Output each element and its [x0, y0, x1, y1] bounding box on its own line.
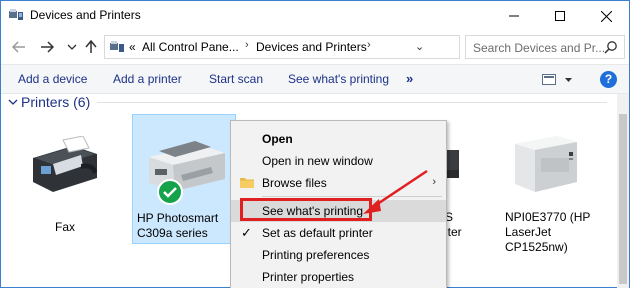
laser-printer-icon — [515, 136, 577, 192]
search-placeholder: Search Devices and Pr... — [473, 41, 606, 55]
device-label: HP Photosmart C309a series — [137, 211, 219, 240]
address-dropdown-icon[interactable]: ⌄ — [415, 40, 424, 53]
menu-item-label: Open — [262, 132, 293, 146]
menu-item-label: Open in new window — [262, 154, 373, 168]
vertical-scrollbar[interactable] — [617, 94, 629, 288]
title-bar: Devices and Printers — [1, 1, 629, 31]
search-icon[interactable] — [604, 40, 618, 54]
device-hp-photosmart[interactable]: HP Photosmart C309a series — [132, 114, 236, 244]
forward-button[interactable] — [38, 39, 56, 55]
menu-item-label: Printing preferences — [262, 248, 370, 262]
chevron-down-icon — [67, 44, 77, 50]
breadcrumb-control-panel[interactable]: All Control Pane... — [142, 40, 239, 54]
breadcrumb-devices-printers[interactable]: Devices and Printers — [256, 40, 367, 54]
start-scan-button[interactable]: Start scan — [209, 72, 263, 86]
fax-icon — [33, 136, 97, 192]
device-fax[interactable]: Fax — [15, 118, 115, 268]
menu-item-set-default-printer[interactable]: ✓ Set as default printer — [231, 222, 446, 244]
address-bar[interactable]: « All Control Pane... › Devices and Prin… — [104, 35, 554, 59]
breadcrumb-overflow[interactable]: « — [129, 40, 136, 54]
search-box[interactable]: Search Devices and Pr... — [465, 35, 625, 59]
collapse-group-icon[interactable] — [8, 98, 18, 106]
chevron-right-icon[interactable]: › — [245, 39, 249, 51]
device-label: Fax — [54, 220, 75, 234]
command-bar: Add a device Add a printer Start scan Se… — [1, 64, 629, 94]
printers-group-header[interactable]: Printers (6) — [21, 94, 90, 110]
menu-item-label: Set as default printer — [262, 226, 373, 240]
submenu-arrow-icon: › — [432, 176, 436, 188]
up-arrow-icon — [85, 40, 97, 53]
back-button[interactable] — [10, 39, 28, 55]
devices-printers-icon — [9, 9, 23, 20]
navigation-bar: « All Control Pane... › Devices and Prin… — [1, 31, 629, 63]
see-whats-printing-button[interactable]: See what's printing — [288, 72, 389, 86]
back-arrow-icon — [12, 41, 25, 53]
folder-icon — [240, 178, 254, 188]
checkmark-icon: ✓ — [241, 225, 252, 240]
add-device-button[interactable]: Add a device — [18, 72, 87, 86]
annotation-arrow-icon — [363, 169, 428, 214]
menu-item-open[interactable]: Open — [231, 128, 446, 150]
close-button[interactable] — [583, 1, 629, 31]
group-divider — [97, 102, 607, 103]
window-title: Devices and Printers — [30, 8, 141, 22]
device-hp-laserjet[interactable]: NPI0E3770 (HP LaserJet CP1525nw) — [501, 114, 601, 264]
devices-and-printers-window: Devices and Printers « All Control Pane.… — [0, 0, 630, 288]
menu-item-label: Printer properties — [262, 270, 355, 284]
scrollbar-thumb[interactable] — [619, 114, 627, 284]
menu-item-printing-preferences[interactable]: Printing preferences — [231, 244, 446, 266]
maximize-icon — [555, 11, 565, 21]
menu-item-label: Browse files — [262, 176, 327, 190]
more-commands-button[interactable]: » — [406, 71, 413, 86]
maximize-button[interactable] — [537, 1, 583, 31]
default-printer-checkmark-icon — [157, 179, 183, 205]
close-icon — [600, 10, 612, 22]
up-button[interactable] — [82, 39, 100, 55]
add-printer-button[interactable]: Add a printer — [113, 72, 182, 86]
control-panel-icon — [110, 41, 124, 52]
change-view-icon[interactable] — [542, 73, 572, 87]
printer-icon — [149, 141, 225, 191]
minimize-button[interactable] — [491, 1, 537, 31]
minimize-icon — [509, 15, 519, 17]
device-label: NPI0E3770 (HP LaserJet CP1525nw) — [505, 210, 591, 254]
recent-locations-button[interactable] — [63, 39, 81, 55]
forward-arrow-icon — [41, 41, 54, 53]
menu-item-printer-properties[interactable]: Printer properties — [231, 266, 446, 288]
chevron-right-icon[interactable]: › — [367, 39, 371, 51]
help-button[interactable]: ? — [600, 71, 617, 88]
